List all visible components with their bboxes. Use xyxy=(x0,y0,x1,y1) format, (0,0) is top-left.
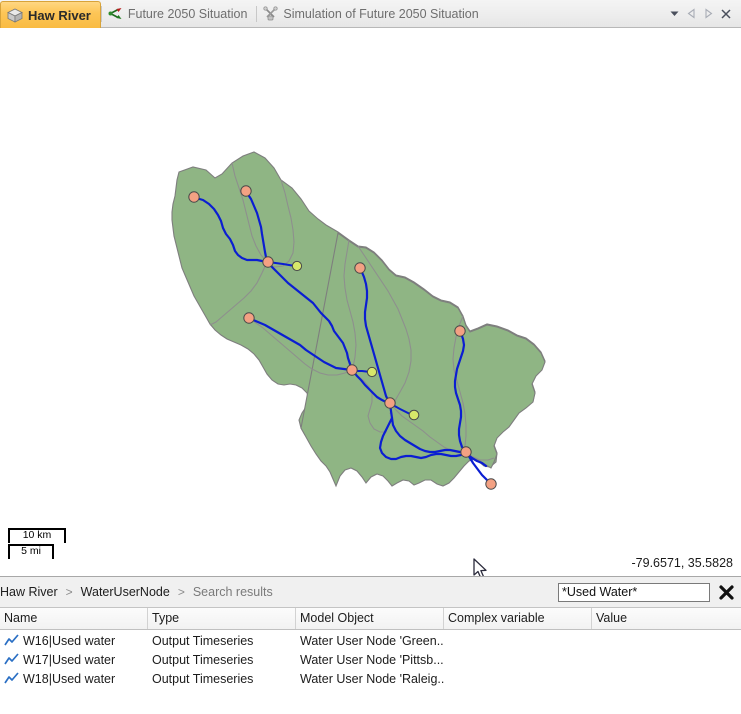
breadcrumb: Haw River > WaterUserNode > Search resul… xyxy=(0,585,275,599)
node-yellow-3 xyxy=(408,409,420,421)
scale-tick-right xyxy=(52,546,54,559)
scale-tick-left xyxy=(8,530,10,543)
breadcrumb-separator: > xyxy=(65,585,73,599)
cell-name: W16|Used water xyxy=(0,634,148,648)
table-row[interactable]: W16|Used water Output Timeseries Water U… xyxy=(0,631,741,650)
node-orange-7 xyxy=(454,325,466,337)
tab-label: Future 2050 Situation xyxy=(127,6,248,21)
tab-future-2050-situation[interactable]: Future 2050 Situation xyxy=(102,0,257,27)
cell-model-object: Water User Node 'Raleig... xyxy=(300,671,444,686)
map-canvas[interactable]: 10 km 5 mi -79.6571, 35.5828 xyxy=(0,28,741,576)
timeseries-chart-icon xyxy=(4,634,19,646)
tools-icon xyxy=(263,6,278,21)
tab-simulation-of-future-2050-situation[interactable]: Simulation of Future 2050 Situation xyxy=(257,0,487,27)
scale-mi-label: 5 mi xyxy=(21,545,41,557)
column-header-name[interactable]: Name xyxy=(0,608,148,629)
scale-tick-right xyxy=(64,530,66,543)
scale-km-label: 10 km xyxy=(22,529,52,541)
watershed-map[interactable] xyxy=(0,28,741,576)
table-header-row: Name Type Model Object Complex variable … xyxy=(0,608,741,630)
search-results-table: Name Type Model Object Complex variable … xyxy=(0,608,741,714)
cell-name-text: W17|Used water xyxy=(23,652,116,667)
close-icon xyxy=(718,584,734,600)
tab-bar: Haw River Future 2050 Situation Simulati… xyxy=(0,0,741,28)
table-row[interactable]: W18|Used water Output Timeseries Water U… xyxy=(0,669,741,688)
timeseries-chart-icon xyxy=(4,672,19,684)
tab-scroll-left-button[interactable] xyxy=(683,5,700,23)
mouse-cursor-icon xyxy=(473,558,487,576)
column-header-model-object[interactable]: Model Object xyxy=(296,608,444,629)
breadcrumb-item-search-results[interactable]: Search results xyxy=(191,585,275,599)
node-orange-2 xyxy=(240,185,252,197)
tab-bar-controls xyxy=(666,0,741,27)
map-coordinate-readout: -79.6571, 35.5828 xyxy=(631,556,733,570)
triangle-left-icon xyxy=(687,8,695,19)
column-header-type[interactable]: Type xyxy=(148,608,296,629)
breadcrumb-search-bar: Haw River > WaterUserNode > Search resul… xyxy=(0,576,741,608)
table-body: W16|Used water Output Timeseries Water U… xyxy=(0,630,741,688)
cell-model-object: Water User Node 'Green... xyxy=(300,633,444,648)
basin-polygon-south xyxy=(300,232,546,488)
breadcrumb-item-wateruser-node[interactable]: WaterUserNode xyxy=(79,585,172,599)
tab-list-dropdown-button[interactable] xyxy=(666,5,683,23)
timeseries-chart-icon xyxy=(4,653,19,665)
cell-name: W17|Used water xyxy=(0,653,148,667)
tab-scroll-right-button[interactable] xyxy=(700,5,717,23)
clear-search-button[interactable] xyxy=(717,582,735,602)
cell-name: W18|Used water xyxy=(0,672,148,686)
cell-name-text: W18|Used water xyxy=(23,671,116,686)
node-orange-4 xyxy=(354,262,366,274)
breadcrumb-item-haw-river[interactable]: Haw River xyxy=(0,585,60,599)
column-header-complex-variable[interactable]: Complex variable xyxy=(444,608,592,629)
column-header-value[interactable]: Value xyxy=(592,608,741,629)
cell-type: Output Timeseries xyxy=(152,652,254,667)
scale-km-row: 10 km xyxy=(8,528,66,544)
cell-type: Output Timeseries xyxy=(152,671,254,686)
breadcrumb-separator: > xyxy=(177,585,185,599)
tab-label: Simulation of Future 2050 Situation xyxy=(283,6,479,21)
chevron-down-icon xyxy=(670,11,679,16)
cell-type: Output Timeseries xyxy=(152,633,254,648)
scale-tick-left xyxy=(8,546,10,559)
table-row[interactable]: W17|Used water Output Timeseries Water U… xyxy=(0,650,741,669)
node-orange-8 xyxy=(384,397,396,409)
node-orange-9 xyxy=(460,446,472,458)
node-orange-5 xyxy=(243,312,255,324)
search-input[interactable] xyxy=(558,582,710,602)
node-orange-10 xyxy=(485,478,497,490)
cell-name-text: W16|Used water xyxy=(23,633,116,648)
map-scale-bar: 10 km 5 mi xyxy=(8,528,106,560)
node-orange-3 xyxy=(262,256,274,268)
node-orange-1 xyxy=(188,191,200,203)
tab-haw-river[interactable]: Haw River xyxy=(0,1,101,28)
node-yellow-1 xyxy=(291,260,303,272)
close-icon xyxy=(720,8,731,19)
cell-model-object: Water User Node 'Pittsb... xyxy=(300,652,444,667)
node-yellow-2 xyxy=(366,366,378,378)
scale-mi-row: 5 mi xyxy=(8,544,54,560)
node-orange-6 xyxy=(346,364,358,376)
search-area xyxy=(558,582,741,602)
tab-label: Haw River xyxy=(28,7,91,23)
triangle-right-icon xyxy=(705,8,713,19)
cube-box-icon xyxy=(7,8,23,23)
close-tab-button[interactable] xyxy=(717,5,734,23)
branch-arrow-icon xyxy=(108,6,123,21)
tab-bar-spacer xyxy=(488,0,666,27)
